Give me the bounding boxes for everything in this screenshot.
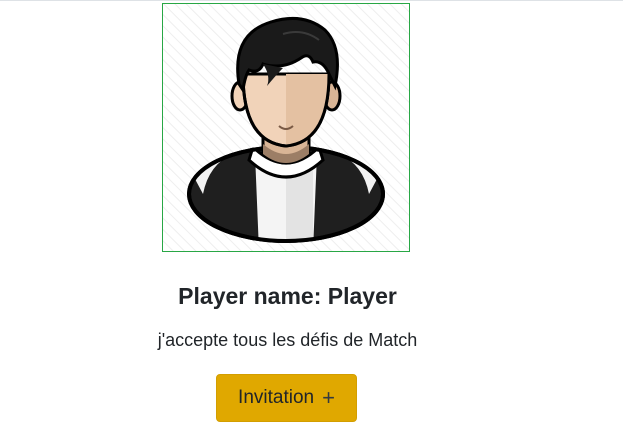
male-avatar-icon (163, 4, 409, 251)
plus-icon: + (322, 385, 335, 410)
avatar (162, 3, 410, 252)
invitation-button-label: Invitation (238, 387, 315, 408)
player-description: j'accepte tous les défis de Match (157, 330, 418, 350)
invitation-button[interactable]: Invitation + (216, 374, 357, 422)
player-name-heading: Player name: Player (178, 283, 397, 309)
player-card: Player name: Player j'accepte tous les d… (0, 0, 575, 447)
